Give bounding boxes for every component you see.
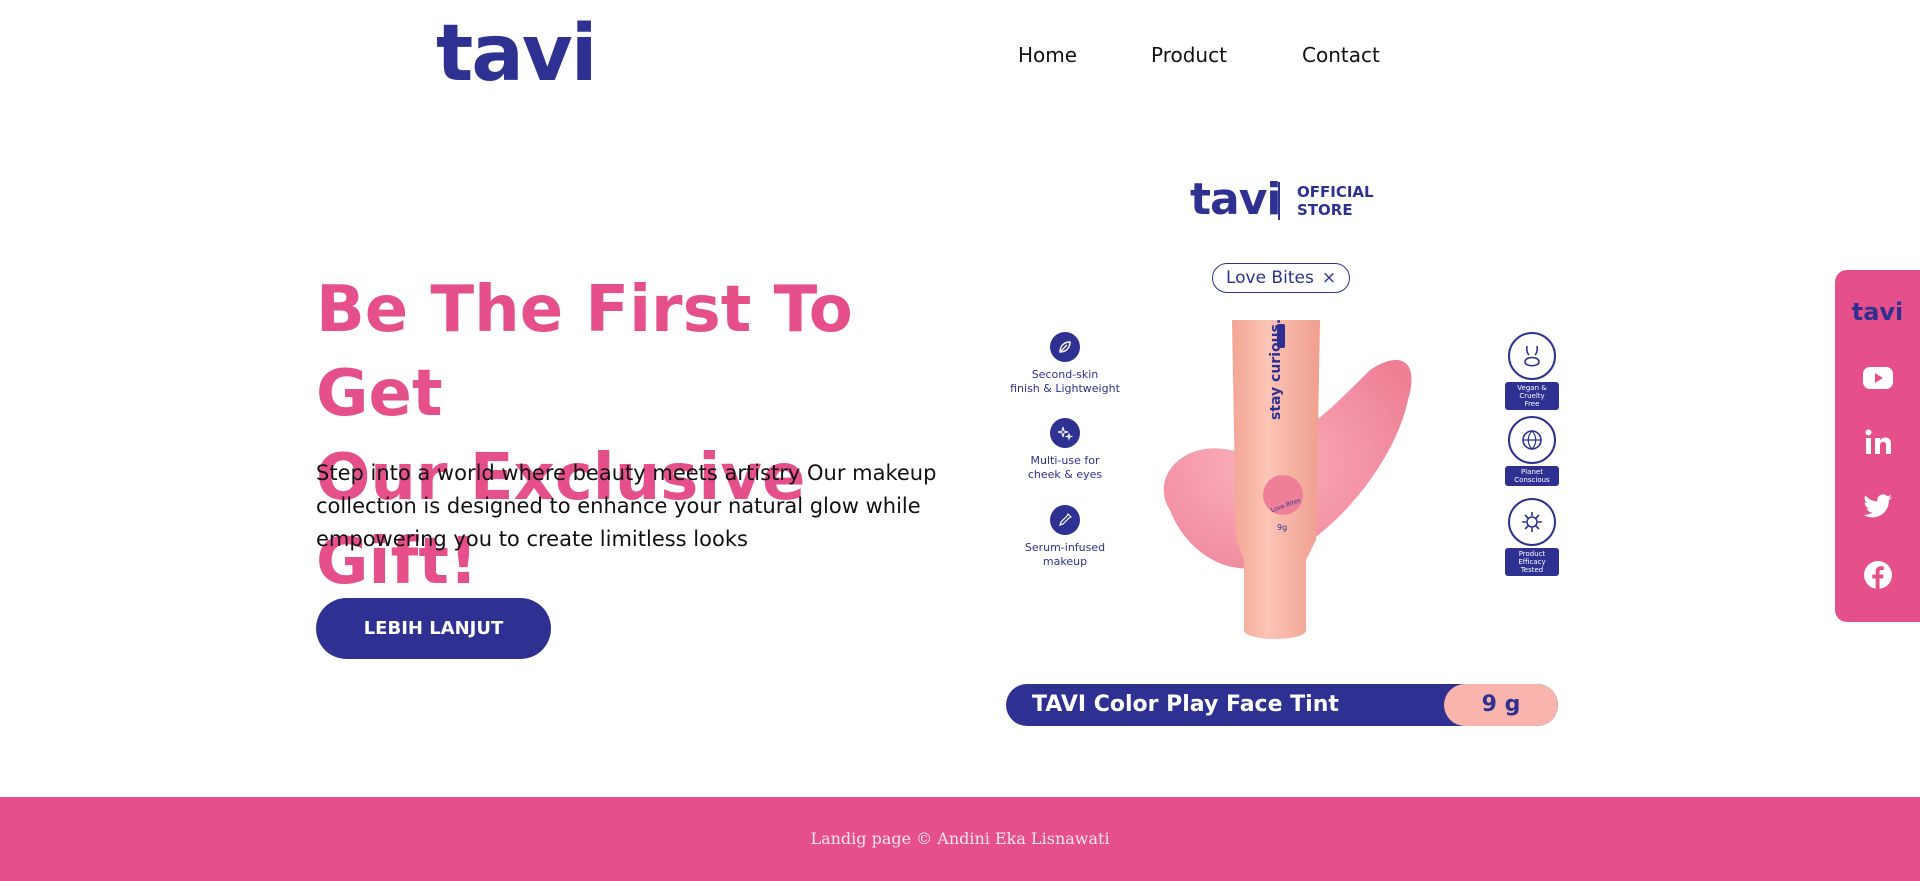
vegan-badge-label: Vegan & Cruelty Free — [1505, 382, 1559, 410]
nav-product-link[interactable]: Product — [1151, 42, 1227, 68]
badge-line-1: Vegan & — [1517, 384, 1547, 392]
product-image: tavi OFFICIAL STORE Love Bites × Second-… — [1000, 160, 1570, 740]
planet-badge-label: Planet Conscious — [1505, 466, 1559, 486]
badge-line-2: Conscious — [1514, 476, 1550, 484]
official-store-label: OFFICIAL STORE — [1297, 183, 1374, 219]
feature-line-1: Serum-infused — [1024, 541, 1106, 554]
badge-line-3: Tested — [1520, 566, 1544, 574]
feature-line-2: cheek & eyes — [1027, 468, 1103, 481]
badge-line-1: Planet — [1521, 468, 1543, 476]
site-logo[interactable]: tavi — [436, 12, 598, 96]
feature-line-1: Multi-use for — [1030, 454, 1100, 467]
feature-line-2: finish & Lightweight — [1010, 382, 1120, 395]
hero-description-line-3: empowering you to create limitless looks — [316, 527, 748, 551]
youtube-icon[interactable] — [1835, 366, 1920, 394]
tube-slogan: stay curious. — [1268, 319, 1284, 420]
tube-weight: 9g — [1277, 523, 1287, 532]
nav-home-link[interactable]: Home — [1018, 42, 1077, 68]
product-name: TAVI Color Play Face Tint — [1032, 692, 1339, 717]
hero-description-line-1: Step into a world where beauty meets art… — [316, 461, 937, 485]
feature-item: Second-skin finish & Lightweight — [1000, 332, 1130, 396]
gear-icon — [1508, 498, 1556, 546]
leaf-icon — [1050, 332, 1080, 362]
dropper-icon — [1050, 505, 1080, 535]
sparkle-icon — [1050, 418, 1080, 448]
nav-contact-link[interactable]: Contact — [1302, 42, 1380, 68]
badge-line-2: Efficacy — [1518, 558, 1546, 566]
vegan-badge: Vegan & Cruelty Free — [1505, 332, 1559, 410]
store-logo-divider — [1278, 182, 1280, 220]
globe-icon — [1508, 416, 1556, 464]
product-weight: 9 g — [1444, 684, 1558, 726]
feature-item: Multi-use for cheek & eyes — [1000, 418, 1130, 482]
official-store-line-1: OFFICIAL — [1297, 183, 1374, 201]
feature-line-2: makeup — [1042, 555, 1088, 568]
linkedin-icon[interactable] — [1835, 428, 1920, 460]
store-logo: tavi — [1190, 174, 1281, 225]
feature-item: Serum-infused makeup — [1000, 505, 1130, 569]
hero-description-line-2: collection is designed to enhance your n… — [316, 494, 921, 518]
bunny-icon — [1508, 332, 1556, 380]
footer: Landig page © Andini Eka Lisnawati — [0, 797, 1920, 881]
product-tube-graphic: stay curious. Love Bites 9g — [1163, 319, 1412, 639]
efficacy-badge-label: Product Efficacy Tested — [1505, 548, 1559, 576]
hero-title-line-1: Be The First To Get — [316, 273, 853, 431]
feature-line-1: Second-skin — [1031, 368, 1099, 381]
sidebar-logo[interactable]: tavi — [1835, 298, 1920, 326]
official-store-line-2: STORE — [1297, 201, 1353, 219]
planet-badge: Planet Conscious — [1505, 416, 1559, 486]
facebook-icon[interactable] — [1835, 560, 1920, 594]
footer-credit: Landig page © Andini Eka Lisnawati — [810, 829, 1110, 848]
badge-line-3: Free — [1524, 400, 1540, 408]
badge-line-1: Product — [1518, 550, 1546, 558]
efficacy-badge: Product Efficacy Tested — [1505, 498, 1559, 576]
variant-label: Love Bites — [1225, 268, 1314, 288]
variant-pill: Love Bites × — [1212, 263, 1350, 293]
learn-more-button[interactable]: LEBIH LANJUT — [316, 598, 551, 659]
social-sidebar: tavi — [1835, 270, 1920, 622]
hero-description: Step into a world where beauty meets art… — [316, 457, 956, 556]
close-icon: × — [1321, 268, 1337, 288]
badge-line-2: Cruelty — [1519, 392, 1545, 400]
twitter-icon[interactable] — [1835, 494, 1920, 524]
product-name-bar: TAVI Color Play Face Tint 9 g — [1006, 684, 1558, 726]
